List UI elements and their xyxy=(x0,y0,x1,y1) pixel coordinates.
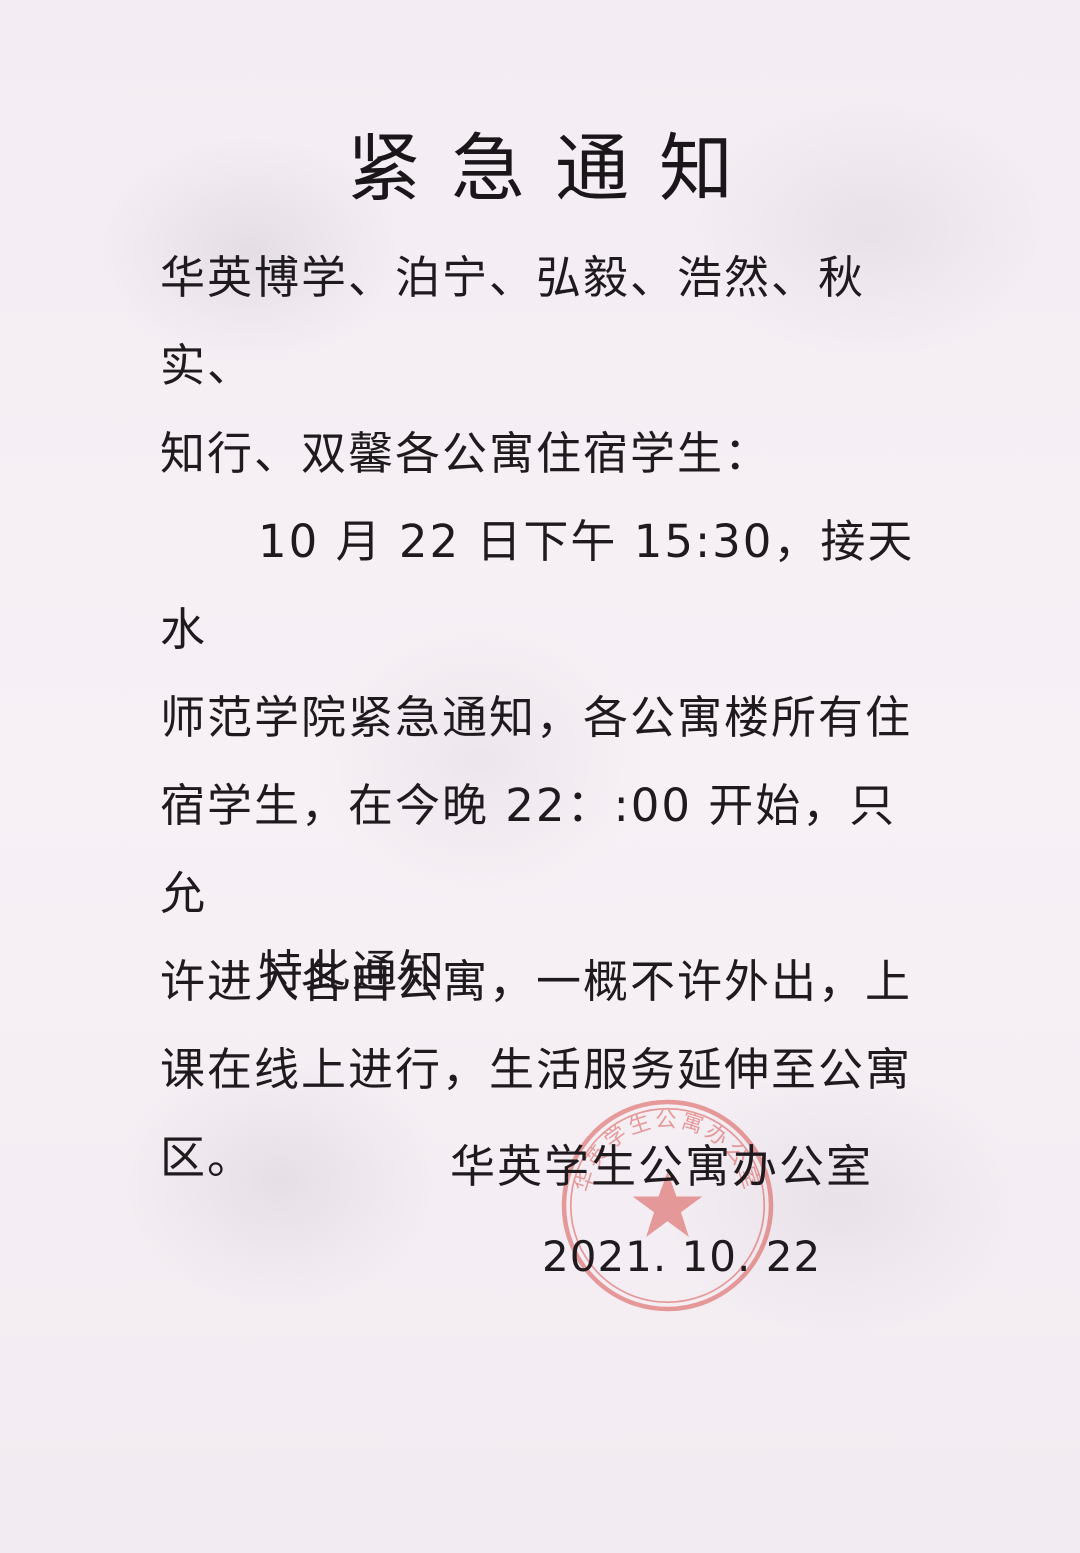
body-line-5: 课在线上进行，生活服务延伸至公寓 xyxy=(160,1043,913,1096)
signature-date: 2021. 10. 22 xyxy=(542,1232,822,1281)
signature-organization: 华英学生公寓办公室 xyxy=(450,1140,874,1193)
body-line-2: 师范学院紧急通知，各公寓楼所有住 xyxy=(160,691,913,744)
notice-body: 华英博学、泊宁、弘毅、浩然、秋实、 知行、双馨各公寓住宿学生： 10 月 22 … xyxy=(160,234,930,1202)
recipients-line-1: 华英博学、泊宁、弘毅、浩然、秋实、 xyxy=(160,251,866,392)
body-line-3: 宿学生，在今晚 22：:00 开始，只允 xyxy=(160,779,897,920)
body-line-1: 10 月 22 日下午 15:30，接天水 xyxy=(160,515,915,656)
notice-title: 紧急通知 xyxy=(347,126,763,212)
recipients-line-2: 知行、双馨各公寓住宿学生： xyxy=(160,427,772,480)
notice-page: 紧急通知 华英博学、泊宁、弘毅、浩然、秋实、 知行、双馨各公寓住宿学生： 10 … xyxy=(0,0,1080,1553)
closing-text: 特此通知 xyxy=(258,945,447,998)
